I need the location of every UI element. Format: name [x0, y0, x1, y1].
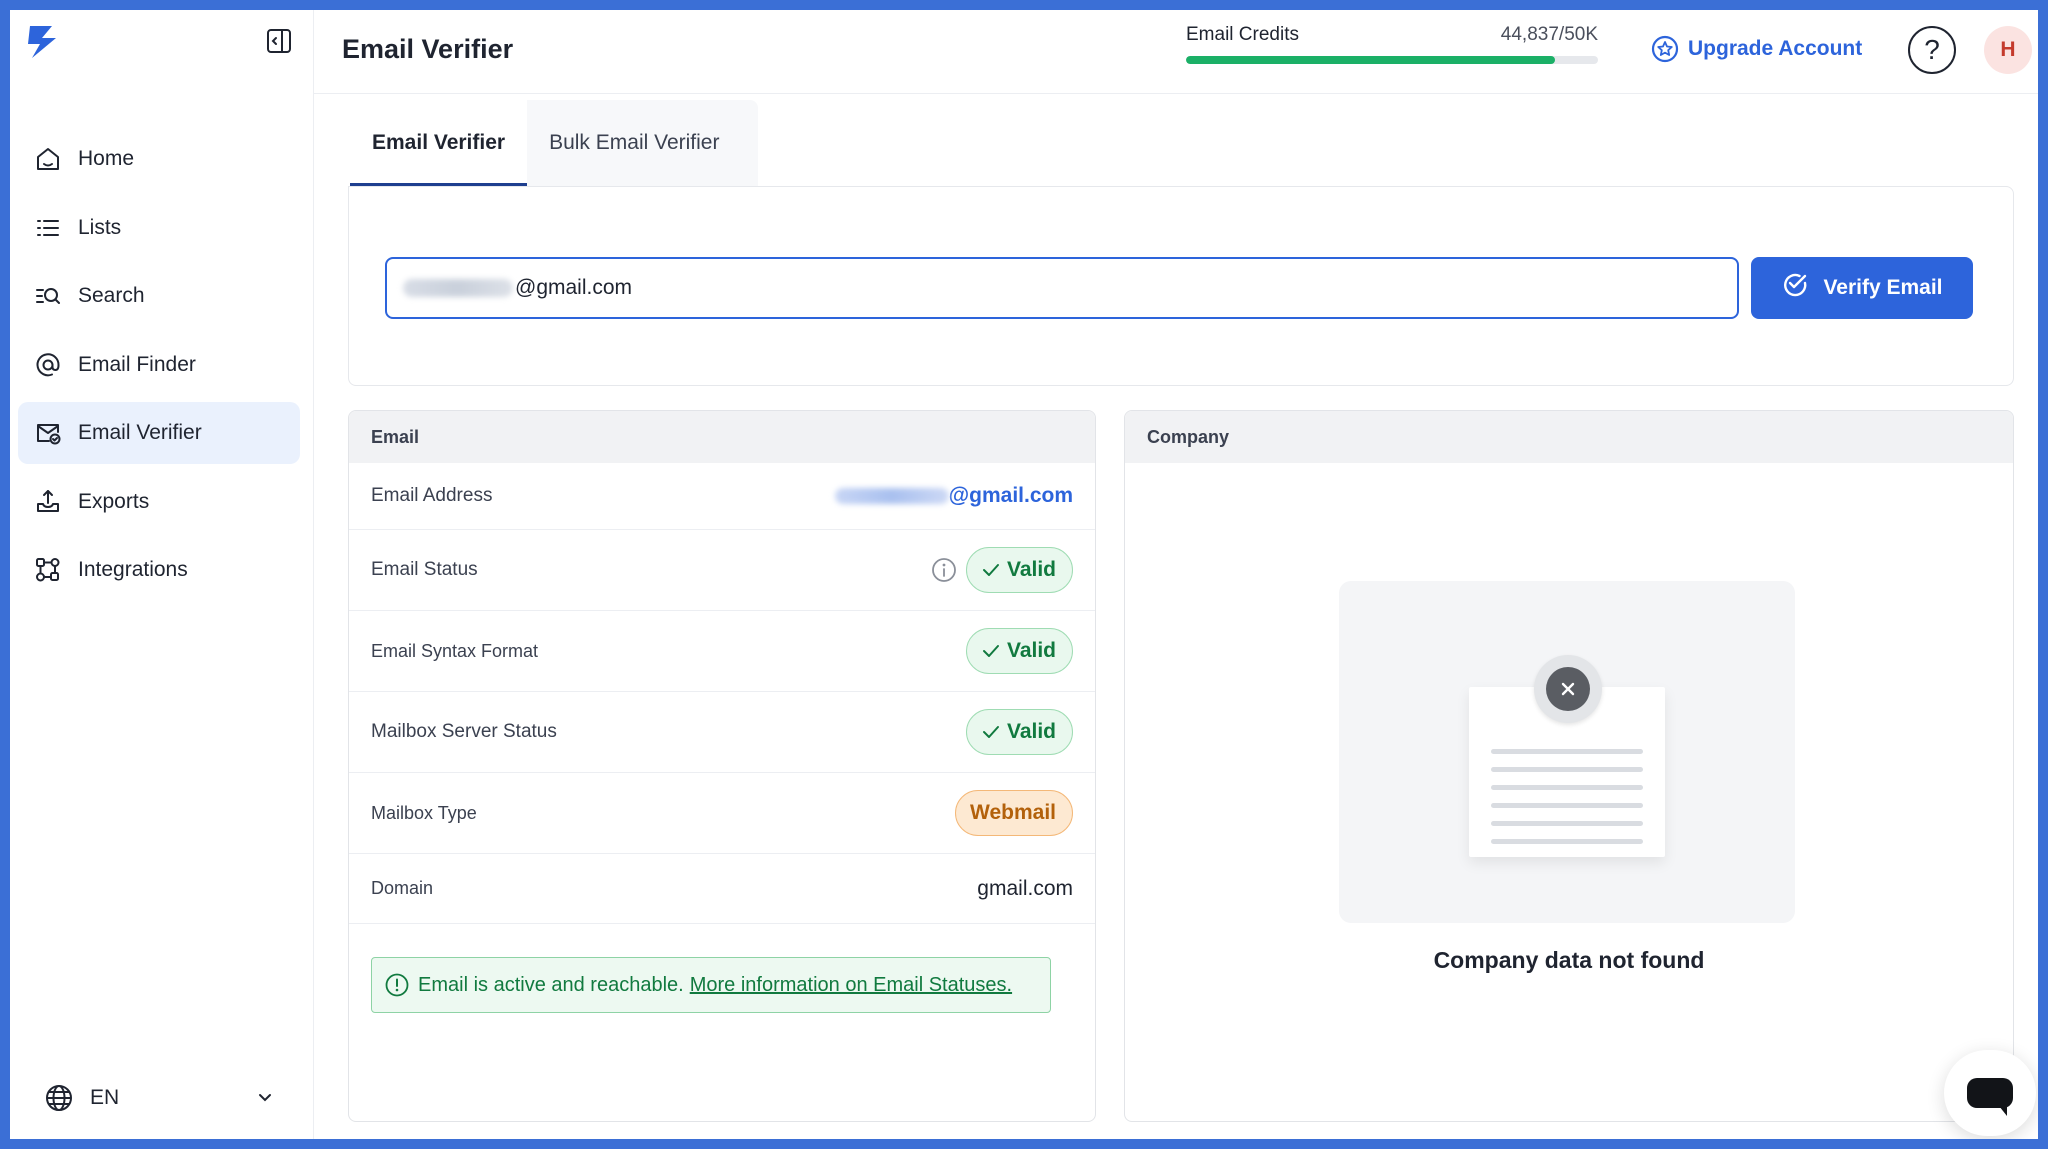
collapse-sidebar-button[interactable] [264, 26, 294, 56]
sidebar-item-label: Email Verifier [78, 421, 202, 444]
chat-icon [1967, 1078, 2013, 1116]
app-logo[interactable] [22, 22, 62, 62]
row-email-address: Email Address @gmail.com [349, 463, 1095, 530]
close-icon [1561, 682, 1575, 696]
language-selector[interactable]: EN [44, 1078, 274, 1118]
search-icon [36, 288, 60, 304]
row-label: Email Status [371, 559, 478, 580]
sidebar-item-email-verifier[interactable]: Email Verifier [18, 402, 300, 464]
check-icon [982, 645, 999, 657]
sidebar-item-label: Exports [78, 489, 150, 513]
mail-check-icon [37, 424, 61, 445]
globe-icon [46, 1085, 72, 1111]
row-email-syntax: Email Syntax Format Valid [349, 611, 1095, 692]
chat-support-button[interactable] [1944, 1050, 2036, 1136]
row-label: Mailbox Server Status [371, 721, 557, 742]
verify-email-button[interactable]: Verify Email [1751, 257, 1973, 319]
sidebar-item-search[interactable]: Search [18, 265, 300, 327]
help-button[interactable]: ? [1908, 26, 1956, 74]
sidebar-item-label: Lists [78, 215, 122, 239]
check-icon [982, 564, 999, 576]
row-label: Domain [371, 878, 434, 898]
row-label: Email Syntax Format [371, 640, 539, 661]
badge-label: Valid [1006, 720, 1056, 743]
sidebar-item-email-finder[interactable]: Email Finder [18, 334, 300, 396]
verifier-tabs: Email Verifier Bulk Email Verifier [350, 100, 758, 186]
row-label: Email Address [371, 485, 493, 506]
language-label: EN [90, 1086, 120, 1109]
row-mailbox-server: Mailbox Server Status Valid [349, 692, 1095, 773]
help-icon: ? [1924, 34, 1940, 65]
list-icon [37, 219, 59, 236]
avatar[interactable]: H [1984, 26, 2032, 74]
redacted-local-part [834, 488, 949, 504]
app-window: Home Lists Search Email Finder Email Ver… [10, 10, 2038, 1139]
export-icon [37, 489, 59, 512]
badge-label: Valid [1006, 639, 1056, 662]
email-input-value: @gmail.com [515, 276, 633, 299]
email-statuses-link[interactable]: More information on Email Statuses. [690, 974, 1012, 997]
row-label: Mailbox Type [371, 802, 477, 823]
sidebar-item-label: Search [78, 284, 145, 307]
at-sign-icon [36, 352, 60, 376]
sidebar: Home Lists Search Email Finder Email Ver… [10, 10, 314, 1139]
email-card-title: Email [349, 411, 1095, 463]
row-mailbox-type: Mailbox Type Webmail [349, 773, 1095, 854]
check-circle-icon [1784, 273, 1807, 297]
domain-value: gmail.com [977, 876, 1073, 900]
empty-state-illustration [1339, 581, 1795, 923]
home-icon [37, 148, 59, 170]
check-icon [982, 726, 999, 738]
sidebar-collapse-icon [267, 29, 291, 53]
notice-text: Email is active and reachable. [418, 973, 684, 996]
sidebar-nav: Home Lists Search Email Finder Email Ver… [18, 128, 300, 608]
upgrade-label: Upgrade Account [1688, 37, 1863, 60]
email-card: Email Email Address @gmail.com Email Sta… [348, 410, 1096, 1122]
credits-progress-bar [1186, 56, 1598, 64]
avatar-initial: H [2000, 38, 2016, 61]
status-notice: Email is active and reachable. More info… [371, 957, 1051, 1013]
company-card-title: Company [1125, 411, 2013, 463]
credits-value: 44,837/50K [1500, 24, 1598, 45]
badge-label: Valid [1006, 558, 1056, 581]
row-domain: Domain gmail.com [349, 854, 1095, 924]
integrations-icon [36, 558, 60, 582]
info-icon[interactable] [930, 556, 958, 584]
status-badge: Valid [965, 547, 1073, 593]
credits-label: Email Credits [1186, 24, 1299, 45]
logo-icon [28, 26, 56, 58]
verify-panel: @gmail.com Verify Email [348, 186, 2014, 386]
email-input[interactable]: @gmail.com [385, 257, 1739, 319]
company-card: Company Company data not found [1124, 410, 2014, 1122]
status-badge: Valid [965, 628, 1073, 674]
email-credits: Email Credits 44,837/50K [1186, 24, 1598, 64]
chevron-down-icon [259, 1094, 271, 1102]
status-badge: Valid [965, 709, 1073, 755]
credits-progress-fill [1186, 56, 1556, 64]
sidebar-item-label: Email Finder [78, 352, 196, 376]
mailbox-type-badge: Webmail [955, 790, 1073, 836]
sidebar-item-integrations[interactable]: Integrations [18, 539, 300, 601]
sidebar-item-label: Home [78, 147, 135, 170]
email-address-value[interactable]: @gmail.com [834, 484, 1073, 508]
alert-circle-icon [385, 973, 409, 997]
top-header: Email Verifier Email Credits 44,837/50K … [314, 10, 2038, 94]
redacted-local-part [403, 279, 513, 297]
sidebar-item-exports[interactable]: Exports [18, 471, 300, 533]
verify-button-label: Verify Email [1823, 276, 1943, 299]
tab-email-verifier[interactable]: Email Verifier [350, 100, 528, 186]
tab-bulk-email-verifier[interactable]: Bulk Email Verifier [527, 100, 741, 186]
badge-star-icon [1651, 35, 1679, 63]
sidebar-item-label: Integrations [78, 558, 188, 581]
sidebar-item-lists[interactable]: Lists [18, 197, 300, 259]
close-circle-icon [1534, 655, 1602, 723]
upgrade-account-button[interactable]: Upgrade Account [1650, 34, 1862, 64]
empty-state-text: Company data not found [1433, 947, 1705, 973]
row-email-status: Email Status Valid [349, 530, 1095, 611]
sidebar-item-home[interactable]: Home [18, 128, 300, 190]
page-title: Email Verifier [342, 34, 514, 64]
email-address-domain: @gmail.com [948, 484, 1073, 507]
